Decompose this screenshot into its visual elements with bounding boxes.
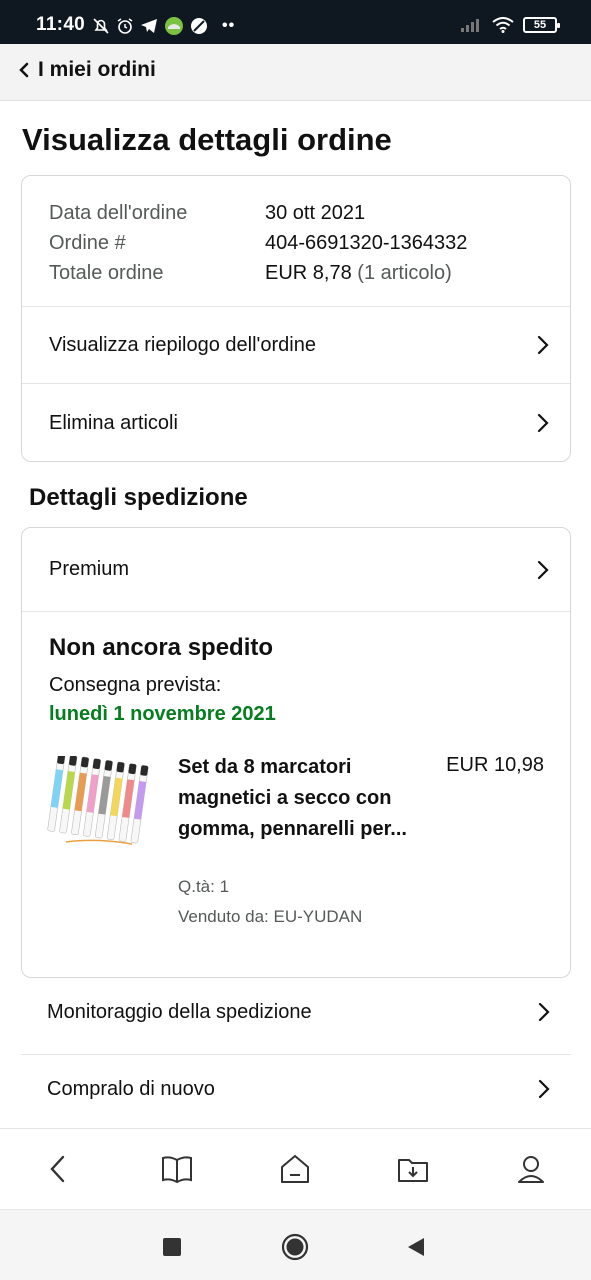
shipment-status: Non ancora spedito [49,634,274,661]
order-info: Data dell'ordine 30 ott 2021 Ordine # 40… [49,198,467,288]
product-price: EUR 10,98 [446,754,544,776]
back-to-orders-link[interactable]: I miei ordini [18,58,156,82]
delivery-date: lunedì 1 novembre 2021 [49,703,276,725]
order-date-value: 30 ott 2021 [265,202,366,224]
delete-items-link[interactable]: Elimina articoli [22,384,570,461]
buy-again-link[interactable]: Compralo di nuovo [0,1054,591,1130]
divider [22,611,570,612]
shipping-method: Premium [49,558,130,580]
alarm-icon [117,18,133,34]
back-triangle-icon [408,1238,424,1256]
app-icon [165,17,183,35]
product-thumbnail[interactable] [46,756,158,848]
library-icon [398,1159,428,1182]
markers-image [47,756,149,845]
order-number-value: 404-6691320-1364332 [265,232,468,254]
product-quantity: Q.tà: 1 [178,877,230,896]
order-date-label: Data dell'ordine [49,202,188,224]
home-button-icon [281,1233,309,1261]
home-icon [281,1155,309,1183]
profile-button[interactable] [509,1149,553,1189]
chevron-right-icon [537,560,549,579]
system-home-button[interactable] [278,1230,312,1264]
profile-icon [518,1156,544,1183]
action-label: Monitoraggio della spedizione [47,1001,312,1023]
reading-button[interactable] [155,1149,199,1189]
order-total-value: EUR 8,78 [265,262,352,284]
status-icons-left: •• [92,16,235,36]
system-nav-bar [0,1209,591,1280]
shipping-card: Premium Non ancora spedito Consegna prev… [21,527,571,978]
battery-level: 55 [533,19,547,31]
link-label: Visualizza riepilogo dell'ordine [49,333,316,356]
vpn-icon [191,18,207,34]
back-icon [50,1155,65,1183]
back-label: I miei ordini [38,58,156,81]
product-title-link[interactable]: Set da 8 marcatori magnetici a secco con… [178,752,418,845]
silent-alarm-icon [93,18,109,34]
book-icon [162,1156,192,1184]
view-order-summary-link[interactable]: Visualizza riepilogo dell'ordine [22,307,570,383]
signal-icon [461,19,479,32]
recents-icon [163,1238,181,1256]
order-info-card: Data dell'ordine 30 ott 2021 Ordine # 40… [21,175,571,462]
chevron-right-icon [537,335,549,355]
order-number-label: Ordine # [49,232,126,254]
telegram-icon [141,19,157,33]
recents-button[interactable] [155,1230,189,1264]
chevron-right-icon [538,1079,550,1099]
home-nav-button[interactable] [273,1149,317,1189]
order-item-count: (1 articolo) [357,262,452,284]
chevron-left-icon [19,62,29,78]
track-shipment-link[interactable]: Monitoraggio della spedizione [0,977,591,1053]
link-label: Elimina articoli [49,411,178,434]
shipping-method-link[interactable]: Premium [22,528,570,611]
wifi-icon [492,17,514,33]
app-bottom-bar [0,1128,591,1209]
top-nav: I miei ordini [0,44,591,101]
action-label: Compralo di nuovo [47,1078,215,1100]
more-dots-icon: •• [222,17,236,34]
back-button[interactable] [36,1149,80,1189]
shipping-section-title: Dettagli spedizione [29,484,248,511]
chevron-right-icon [537,413,549,433]
downloads-button[interactable] [391,1149,435,1189]
status-icons-right: 55 [461,17,560,33]
delivery-label: Consegna prevista: [49,674,222,696]
product-seller: Venduto da: EU-YUDAN [178,907,363,926]
battery-icon: 55 [523,17,560,33]
order-total-label: Totale ordine [49,262,164,284]
page-title: Visualizza dettagli ordine [22,122,392,157]
status-time: 11:40 [36,14,86,35]
chevron-right-icon [538,1002,550,1022]
status-bar: 11:40 •• 55 [0,0,591,44]
system-back-button[interactable] [399,1230,433,1264]
